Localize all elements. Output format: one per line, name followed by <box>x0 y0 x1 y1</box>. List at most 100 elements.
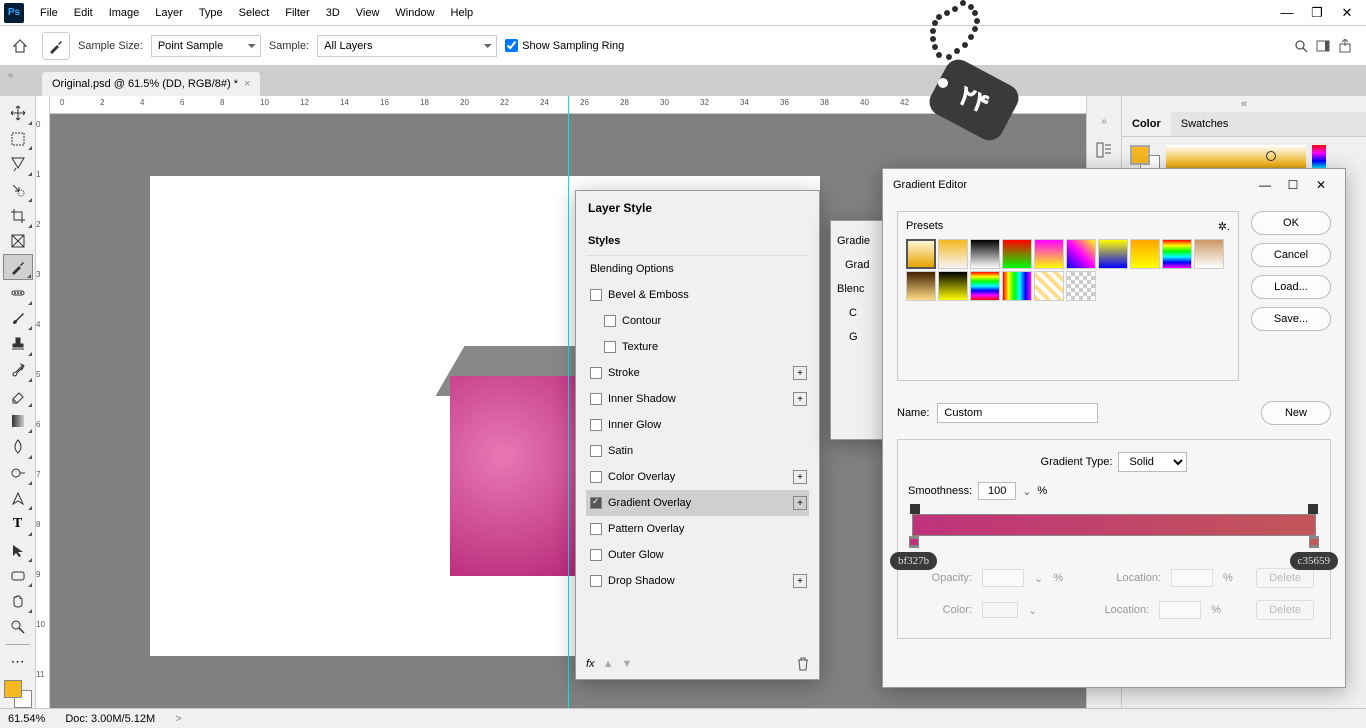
style-inner-glow[interactable]: Inner Glow <box>586 412 809 438</box>
history-panel-icon[interactable] <box>1095 141 1113 159</box>
blending-options-item[interactable]: Blending Options <box>586 256 809 282</box>
style-contour[interactable]: Contour <box>586 308 809 334</box>
history-brush-tool[interactable] <box>3 357 33 383</box>
cancel-button[interactable]: Cancel <box>1251 243 1331 267</box>
quick-select-tool[interactable] <box>3 177 33 203</box>
style-bevel-emboss[interactable]: Bevel & Emboss <box>586 282 809 308</box>
trash-icon[interactable] <box>797 657 809 671</box>
menu-filter[interactable]: Filter <box>277 3 317 23</box>
preset-swatch[interactable] <box>1098 239 1128 269</box>
guide-line[interactable] <box>568 96 569 708</box>
style-outer-glow[interactable]: Outer Glow <box>586 542 809 568</box>
move-down-icon[interactable]: ▼ <box>621 658 632 670</box>
collapse-panels-icon[interactable]: » <box>1101 116 1107 127</box>
path-select-tool[interactable] <box>3 537 33 563</box>
document-tab[interactable]: Original.psd @ 61.5% (DD, RGB/8#) * × <box>42 72 260 96</box>
sample-size-select[interactable]: Point Sample <box>151 35 261 57</box>
zoom-level[interactable]: 61.54% <box>8 713 45 725</box>
menu-edit[interactable]: Edit <box>66 3 101 23</box>
preset-swatch[interactable] <box>938 271 968 301</box>
opacity-stop-right[interactable] <box>1308 504 1318 514</box>
foreground-background-colors[interactable] <box>4 680 32 708</box>
menu-type[interactable]: Type <box>191 3 231 23</box>
menu-file[interactable]: File <box>32 3 66 23</box>
stop-color-swatch[interactable] <box>982 602 1018 618</box>
menu-view[interactable]: View <box>348 3 388 23</box>
preset-swatch[interactable] <box>1066 271 1096 301</box>
workspace-icon[interactable] <box>1316 39 1330 53</box>
home-icon[interactable] <box>6 32 34 60</box>
healing-tool[interactable] <box>3 280 33 306</box>
minimize-button[interactable]: — <box>1251 175 1279 195</box>
preset-swatch[interactable] <box>1162 239 1192 269</box>
opacity-stop-left[interactable] <box>910 504 920 514</box>
edit-toolbar-icon[interactable]: ⋯ <box>3 649 33 675</box>
collapse-icon[interactable]: « <box>8 70 14 81</box>
menu-window[interactable]: Window <box>387 3 442 23</box>
delete-stop-button[interactable]: Delete <box>1256 568 1314 588</box>
style-gradient-overlay[interactable]: Gradient Overlay+ <box>586 490 809 516</box>
ok-button[interactable]: OK <box>1251 211 1331 235</box>
style-satin[interactable]: Satin <box>586 438 809 464</box>
maximize-button[interactable]: ☐ <box>1279 175 1307 195</box>
hand-tool[interactable] <box>3 588 33 614</box>
brush-tool[interactable] <box>3 306 33 332</box>
location-input[interactable] <box>1159 601 1201 619</box>
styles-header[interactable]: Styles <box>586 225 809 256</box>
frame-tool[interactable] <box>3 229 33 255</box>
preset-swatch[interactable] <box>1002 271 1032 301</box>
gradient-tool[interactable] <box>3 408 33 434</box>
eyedropper-tool[interactable] <box>3 254 33 280</box>
crop-tool[interactable] <box>3 203 33 229</box>
add-effect-icon[interactable]: + <box>793 470 807 484</box>
preset-swatch[interactable] <box>1002 239 1032 269</box>
style-pattern-overlay[interactable]: Pattern Overlay <box>586 516 809 542</box>
gradient-name-input[interactable] <box>937 403 1098 423</box>
type-tool[interactable]: T <box>3 511 33 537</box>
smoothness-input[interactable] <box>978 482 1016 500</box>
load-button[interactable]: Load... <box>1251 275 1331 299</box>
dodge-tool[interactable] <box>3 460 33 486</box>
show-sampling-ring-checkbox[interactable]: Show Sampling Ring <box>505 39 624 52</box>
preset-swatch[interactable] <box>1034 271 1064 301</box>
menu-layer[interactable]: Layer <box>147 3 191 23</box>
marquee-tool[interactable] <box>3 126 33 152</box>
preset-swatch[interactable] <box>970 239 1000 269</box>
sample-select[interactable]: All Layers <box>317 35 497 57</box>
style-inner-shadow[interactable]: Inner Shadow+ <box>586 386 809 412</box>
dialog-title[interactable]: Gradient Editor <box>893 179 967 191</box>
stamp-tool[interactable] <box>3 331 33 357</box>
add-effect-icon[interactable]: + <box>793 366 807 380</box>
add-effect-icon[interactable]: + <box>793 574 807 588</box>
tab-color[interactable]: Color <box>1122 112 1171 136</box>
new-button[interactable]: New <box>1261 401 1331 425</box>
doc-size[interactable]: Doc: 3.00M/5.12M <box>65 713 155 725</box>
preset-swatch[interactable] <box>1130 239 1160 269</box>
zoom-tool[interactable] <box>3 614 33 640</box>
preset-swatch[interactable] <box>1194 239 1224 269</box>
add-effect-icon[interactable]: + <box>793 496 807 510</box>
menu-select[interactable]: Select <box>231 3 278 23</box>
preset-swatch[interactable] <box>906 271 936 301</box>
menu-help[interactable]: Help <box>443 3 482 23</box>
shape-tool[interactable] <box>3 563 33 589</box>
menu-3d[interactable]: 3D <box>318 3 348 23</box>
fx-icon[interactable]: fx <box>586 658 595 670</box>
close-tab-icon[interactable]: × <box>244 78 250 90</box>
blur-tool[interactable] <box>3 434 33 460</box>
gradient-bar[interactable]: bf327b c35659 <box>912 514 1316 536</box>
close-button[interactable]: ✕ <box>1307 175 1335 195</box>
delete-stop-button[interactable]: Delete <box>1256 600 1314 620</box>
color-stop-right[interactable] <box>1309 536 1319 548</box>
preset-swatch[interactable] <box>906 239 936 269</box>
close-button[interactable]: ✕ <box>1332 3 1362 23</box>
color-stop-left[interactable] <box>909 536 919 548</box>
save-button[interactable]: Save... <box>1251 307 1331 331</box>
pen-tool[interactable] <box>3 486 33 512</box>
presets-menu-icon[interactable]: ✲. <box>1218 220 1230 233</box>
preset-swatch[interactable] <box>970 271 1000 301</box>
minimize-button[interactable]: — <box>1272 3 1302 23</box>
menu-image[interactable]: Image <box>101 3 148 23</box>
lasso-tool[interactable] <box>3 151 33 177</box>
style-color-overlay[interactable]: Color Overlay+ <box>586 464 809 490</box>
